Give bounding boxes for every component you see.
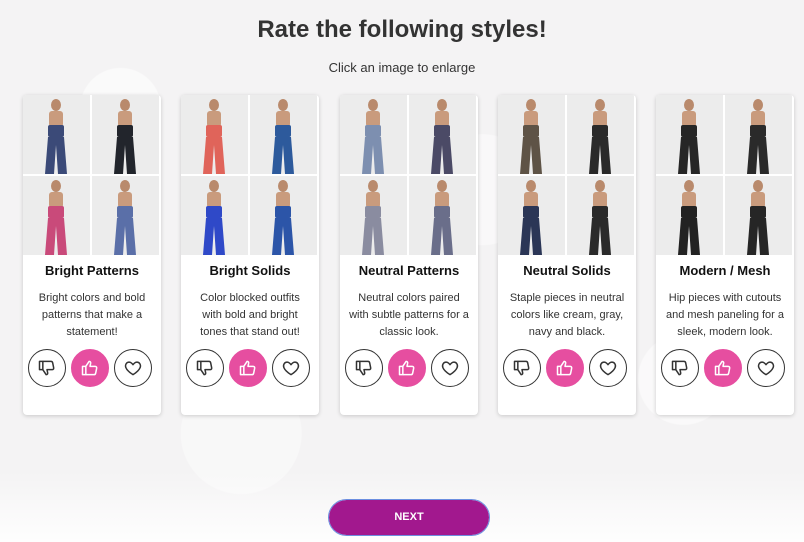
style-photo[interactable]: [340, 95, 407, 174]
thumbs-up-icon: [80, 358, 100, 378]
heart-icon: [123, 358, 143, 378]
thumbs-up-icon: [238, 358, 258, 378]
style-card-modern-mesh: Modern / Mesh Hip pieces with cutouts and…: [656, 95, 794, 415]
dislike-button[interactable]: [345, 349, 383, 387]
style-card-bright-solids: Bright Solids Color blocked outfits with …: [181, 95, 319, 415]
card-title: Neutral Solids: [523, 263, 611, 278]
style-photo[interactable]: [92, 176, 159, 255]
card-description: Bright colors and bold patterns that mak…: [38, 292, 146, 338]
next-button[interactable]: NEXT: [328, 499, 490, 536]
thumbs-up-icon: [555, 358, 575, 378]
style-photo[interactable]: [181, 176, 248, 255]
style-photo[interactable]: [250, 95, 317, 174]
page-subtitle: Click an image to enlarge: [328, 60, 476, 75]
rating-buttons: [186, 349, 314, 389]
photo-grid: [23, 95, 161, 255]
thumbs-down-icon: [354, 358, 374, 378]
style-card-neutral-patterns: Neutral Patterns Neutral colors paired wi…: [340, 95, 478, 415]
photo-grid: [340, 95, 478, 255]
love-button[interactable]: [114, 349, 152, 387]
thumbs-down-icon: [512, 358, 532, 378]
dislike-button[interactable]: [186, 349, 224, 387]
style-card-bright-patterns: Bright Patterns Bright colors and bold pa…: [23, 95, 161, 415]
style-photo[interactable]: [92, 95, 159, 174]
love-button[interactable]: [747, 349, 785, 387]
card-title: Bright Patterns: [45, 263, 139, 278]
style-photo[interactable]: [725, 95, 792, 174]
page-title: Rate the following styles!: [257, 16, 547, 43]
thumbs-up-icon: [397, 358, 417, 378]
dislike-button[interactable]: [28, 349, 66, 387]
photo-grid: [656, 95, 794, 255]
like-button[interactable]: [229, 349, 267, 387]
like-button[interactable]: [71, 349, 109, 387]
heart-icon: [598, 358, 618, 378]
heart-icon: [440, 358, 460, 378]
style-photo[interactable]: [567, 95, 634, 174]
style-photo[interactable]: [656, 95, 723, 174]
card-description: Color blocked outfits with bold and brig…: [200, 292, 300, 338]
photo-grid: [181, 95, 319, 255]
love-button[interactable]: [272, 349, 310, 387]
style-photo[interactable]: [498, 95, 565, 174]
dislike-button[interactable]: [661, 349, 699, 387]
style-photo[interactable]: [250, 176, 317, 255]
style-cards: Bright Patterns Bright colors and bold pa…: [23, 95, 794, 415]
love-button[interactable]: [589, 349, 627, 387]
style-card-neutral-solids: Neutral Solids Staple pieces in neutral c…: [498, 95, 636, 415]
like-button[interactable]: [704, 349, 742, 387]
card-title: Neutral Patterns: [358, 263, 460, 278]
style-photo[interactable]: [23, 176, 90, 255]
thumbs-down-icon: [37, 358, 57, 378]
style-photo[interactable]: [409, 176, 476, 255]
rating-buttons: [28, 349, 156, 389]
thumbs-down-icon: [670, 358, 690, 378]
thumbs-up-icon: [713, 358, 733, 378]
rating-buttons: [661, 349, 789, 389]
rating-buttons: [503, 349, 631, 389]
style-photo[interactable]: [23, 95, 90, 174]
style-photo[interactable]: [725, 176, 792, 255]
card-title: Bright Solids: [209, 263, 291, 278]
heart-icon: [281, 358, 301, 378]
style-photo[interactable]: [567, 176, 634, 255]
rating-buttons: [345, 349, 473, 389]
style-photo[interactable]: [340, 176, 407, 255]
photo-grid: [498, 95, 636, 255]
style-photo[interactable]: [409, 95, 476, 174]
heart-icon: [756, 358, 776, 378]
love-button[interactable]: [431, 349, 469, 387]
style-photo[interactable]: [656, 176, 723, 255]
card-title: Modern / Mesh: [679, 263, 771, 278]
like-button[interactable]: [388, 349, 426, 387]
thumbs-down-icon: [195, 358, 215, 378]
card-description: Hip pieces with cutouts and mesh panelin…: [665, 292, 785, 338]
style-photo[interactable]: [498, 176, 565, 255]
style-photo[interactable]: [181, 95, 248, 174]
dislike-button[interactable]: [503, 349, 541, 387]
card-description: Neutral colors paired with subtle patter…: [349, 292, 469, 338]
card-description: Staple pieces in neutral colors like cre…: [509, 292, 625, 338]
like-button[interactable]: [546, 349, 584, 387]
